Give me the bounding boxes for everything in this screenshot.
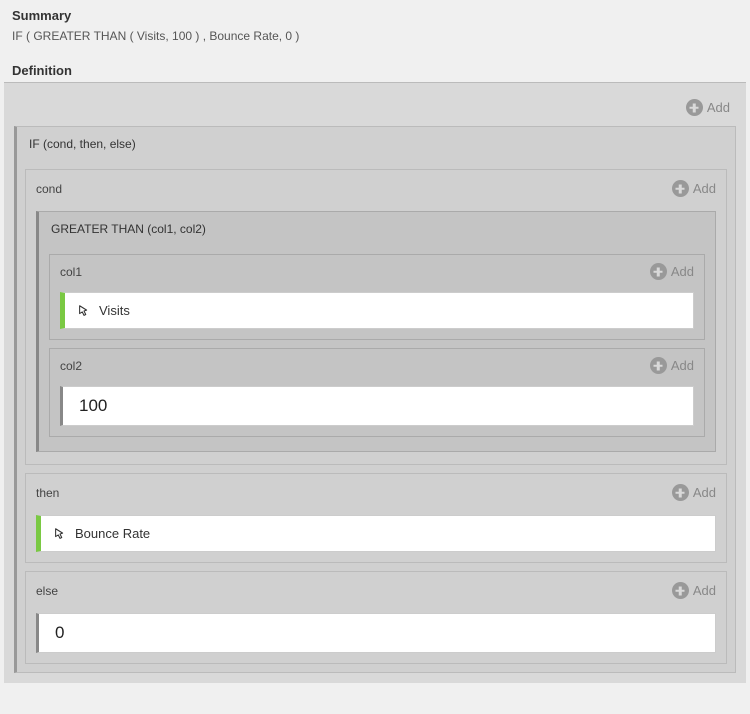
add-button-then[interactable]: Add <box>672 484 716 501</box>
then-value: Bounce Rate <box>75 526 150 541</box>
plus-icon <box>672 484 689 501</box>
else-value-row[interactable] <box>36 613 716 653</box>
else-number-input[interactable] <box>51 623 703 643</box>
col2-label: col2 <box>60 359 82 373</box>
add-label: Add <box>693 181 716 196</box>
summary-expression: IF ( GREATER THAN ( Visits, 100 ) , Boun… <box>0 27 750 55</box>
add-label: Add <box>693 583 716 598</box>
plus-icon <box>686 99 703 116</box>
metric-icon <box>77 304 91 318</box>
summary-heading: Summary <box>0 0 750 27</box>
add-label: Add <box>671 264 694 279</box>
plus-icon <box>650 357 667 374</box>
col1-block: col1 Add Visits <box>49 254 705 340</box>
col2-value-row[interactable] <box>60 386 694 426</box>
add-label: Add <box>707 100 730 115</box>
then-branch: then Add Bounce Rate <box>25 473 727 563</box>
if-header: IF (cond, then, else) <box>17 127 735 161</box>
add-button-root[interactable]: Add <box>686 99 730 116</box>
definition-canvas: Add IF (cond, then, else) cond Add GREAT… <box>4 82 746 683</box>
add-button-col2[interactable]: Add <box>650 357 694 374</box>
plus-icon <box>672 180 689 197</box>
greater-than-block[interactable]: GREATER THAN (col1, col2) col1 Add <box>36 211 716 452</box>
add-button-else[interactable]: Add <box>672 582 716 599</box>
plus-icon <box>672 582 689 599</box>
col2-block: col2 Add <box>49 348 705 437</box>
add-label: Add <box>671 358 694 373</box>
definition-heading: Definition <box>0 55 750 82</box>
col2-number-input[interactable] <box>75 396 681 416</box>
else-label: else <box>36 584 58 598</box>
cond-branch: cond Add GREATER THAN (col1, col2) col1 … <box>25 169 727 465</box>
else-branch: else Add <box>25 571 727 664</box>
then-value-row[interactable]: Bounce Rate <box>36 515 716 552</box>
add-label: Add <box>693 485 716 500</box>
add-button-cond[interactable]: Add <box>672 180 716 197</box>
add-button-col1[interactable]: Add <box>650 263 694 280</box>
metric-icon <box>53 527 67 541</box>
col1-value-row[interactable]: Visits <box>60 292 694 329</box>
then-label: then <box>36 486 59 500</box>
plus-icon <box>650 263 667 280</box>
greater-than-header: GREATER THAN (col1, col2) <box>39 212 715 246</box>
if-block[interactable]: IF (cond, then, else) cond Add GREATER T… <box>14 126 736 673</box>
cond-label: cond <box>36 182 62 196</box>
col1-label: col1 <box>60 265 82 279</box>
col1-value: Visits <box>99 303 130 318</box>
